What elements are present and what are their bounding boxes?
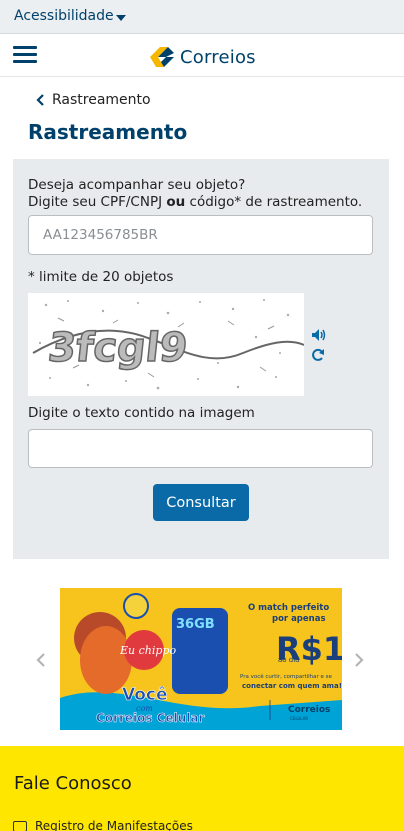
envelope-icon (13, 820, 27, 831)
captcha-text: 3fcgl9 (46, 325, 190, 371)
prompt-line-2a: Digite seu CPF/CNPJ (28, 194, 167, 210)
banner-graphic: Eu chippo 36GB Você com Correios Celular… (60, 588, 342, 730)
prompt-line-2-bold: ou (166, 194, 186, 210)
site-header: Correios (0, 35, 404, 77)
banner-price-suffix: ao dia (278, 656, 299, 664)
chevron-down-icon[interactable] (116, 15, 126, 21)
carousel-next-icon[interactable] (354, 652, 364, 668)
banner-gb: 36GB (176, 617, 215, 632)
banner-headline-1: O match perfeito (248, 603, 329, 613)
refresh-captcha-icon[interactable] (311, 348, 325, 362)
logo-text: Correios (180, 47, 256, 68)
breadcrumb[interactable]: Rastreamento (36, 90, 151, 110)
limit-note: * limite de 20 objetos (28, 269, 174, 285)
promo-banner[interactable]: Eu chippo 36GB Você com Correios Celular… (60, 588, 342, 730)
accessibility-bar: Acessibilidade (0, 0, 404, 34)
carousel-prev-icon[interactable] (36, 652, 46, 668)
footer: Fale Conosco Registro de Manifestações (0, 746, 404, 831)
chevron-left-icon (36, 94, 44, 106)
page-title: Rastreamento (28, 120, 188, 144)
tracking-code-input[interactable] (28, 215, 373, 255)
correios-logo[interactable]: Correios (146, 43, 258, 71)
audio-captcha-icon[interactable] (311, 328, 327, 342)
banner-subtext-1: Pra você curtir, compartilhar e se (240, 673, 333, 680)
banner-subtext-2: conectar com quem ama! (242, 682, 342, 690)
banner-sticker: Eu chippo (119, 644, 176, 657)
footer-title: Fale Conosco (14, 773, 132, 794)
captcha-image: 3fcgl9 (28, 293, 304, 396)
banner-slogan-1: Você (122, 685, 168, 705)
banner-headline-2: por apenas (272, 614, 326, 624)
banner-logo-sub: CELULAR (290, 716, 308, 721)
captcha-input[interactable] (28, 429, 373, 468)
submit-button[interactable]: Consultar (153, 484, 249, 521)
tracking-instructions: Deseja acompanhar seu objeto? Digite seu… (28, 177, 378, 211)
tracking-panel: Deseja acompanhar seu objeto? Digite seu… (13, 159, 389, 559)
banner-logo: Correios (288, 705, 330, 715)
breadcrumb-link[interactable]: Rastreamento (52, 92, 151, 108)
banner-slogan-3: Correios Celular (96, 711, 205, 725)
footer-link-registro[interactable]: Registro de Manifestações (13, 819, 193, 831)
accessibility-menu[interactable]: Acessibilidade (14, 8, 114, 24)
menu-icon[interactable] (13, 46, 37, 64)
prompt-line-1: Deseja acompanhar seu objeto? (28, 177, 246, 193)
captcha-label: Digite o texto contido na imagem (28, 405, 255, 421)
footer-link-label: Registro de Manifestações (35, 819, 193, 831)
prompt-line-2b: código* de rastreamento. (185, 194, 363, 210)
correios-logo-icon (150, 47, 174, 67)
